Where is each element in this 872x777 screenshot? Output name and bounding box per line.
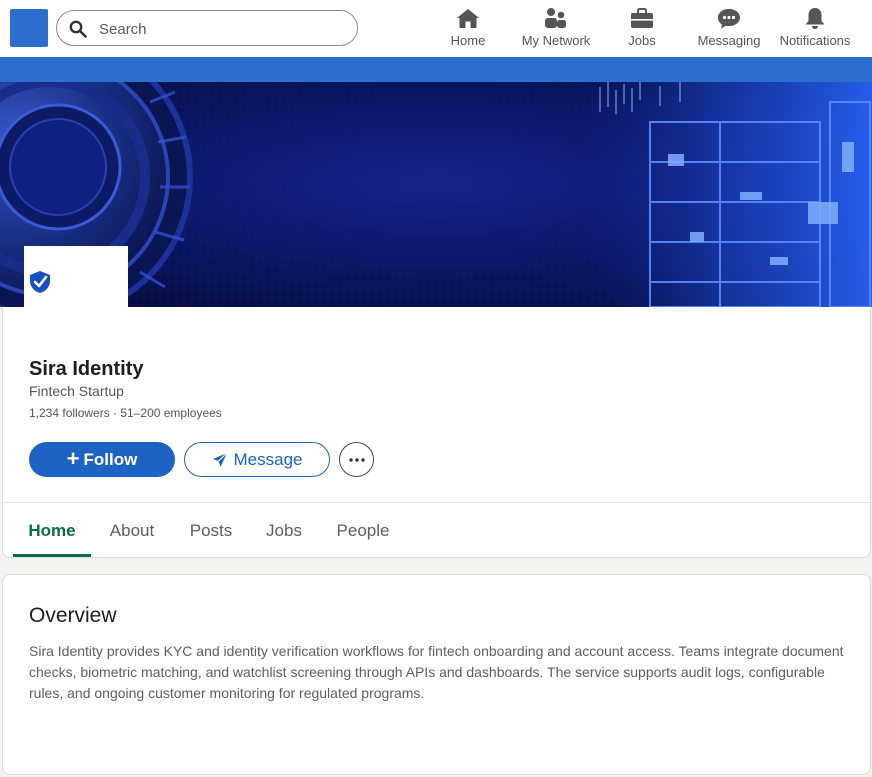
- home-icon: [457, 9, 479, 28]
- app-logo[interactable]: [10, 9, 48, 47]
- nav-home-label: Home: [450, 33, 486, 48]
- company-logo[interactable]: [24, 246, 128, 307]
- nav-notifications-label: Notifications: [779, 33, 851, 48]
- profile-tabs: Home About Posts Jobs People: [3, 503, 870, 557]
- nav-messaging[interactable]: Messaging: [695, 6, 763, 52]
- company-tagline: Fintech Startup: [29, 383, 124, 399]
- accent-strip: [0, 57, 872, 82]
- company-profile-card: Sira Identity Fintech Startup 1,234 foll…: [2, 307, 871, 558]
- ellipsis-icon: [348, 457, 365, 462]
- nav-messaging-label: Messaging: [697, 33, 761, 48]
- overview-text: Sira Identity provides KYC and identity …: [29, 643, 844, 701]
- nav-jobs-label: Jobs: [628, 33, 656, 48]
- network-icon: [545, 8, 566, 28]
- company-name: Sira Identity: [29, 358, 144, 380]
- nav-jobs[interactable]: Jobs: [622, 6, 662, 52]
- search-input[interactable]: [99, 18, 339, 40]
- follow-button-label: Follow: [83, 449, 138, 469]
- nav-notifications[interactable]: Notifications: [777, 6, 853, 52]
- vault-cover-image: [0, 82, 872, 307]
- overview-card: Overview Sira Identity provides KYC and …: [2, 574, 871, 775]
- tab-about[interactable]: About: [99, 503, 165, 557]
- message-button-label: Message: [233, 449, 303, 469]
- overview-title: Overview: [29, 604, 117, 627]
- search-box[interactable]: [56, 10, 358, 46]
- bell-icon: [805, 8, 825, 29]
- tab-jobs[interactable]: Jobs: [257, 503, 311, 557]
- tab-home[interactable]: Home: [13, 503, 91, 557]
- shield-icon: [30, 271, 50, 293]
- send-icon: [212, 452, 227, 467]
- nav-home[interactable]: Home: [445, 6, 491, 52]
- nav-my-network-label: My Network: [521, 33, 591, 48]
- tab-people[interactable]: People: [327, 503, 399, 557]
- company-meta: 1,234 followers · 51–200 employees: [29, 406, 222, 420]
- follow-button[interactable]: + Follow: [29, 442, 175, 477]
- message-button[interactable]: Message: [184, 442, 330, 477]
- search-icon: [69, 20, 87, 38]
- tab-posts[interactable]: Posts: [181, 503, 241, 557]
- cover-banner: [0, 82, 872, 307]
- nav-my-network[interactable]: My Network: [516, 6, 596, 52]
- briefcase-icon: [631, 8, 653, 28]
- chat-icon: [718, 9, 740, 29]
- more-options-button[interactable]: [339, 442, 374, 477]
- plus-icon: +: [66, 445, 80, 471]
- top-nav: Home My Network Jobs Messaging: [0, 0, 872, 57]
